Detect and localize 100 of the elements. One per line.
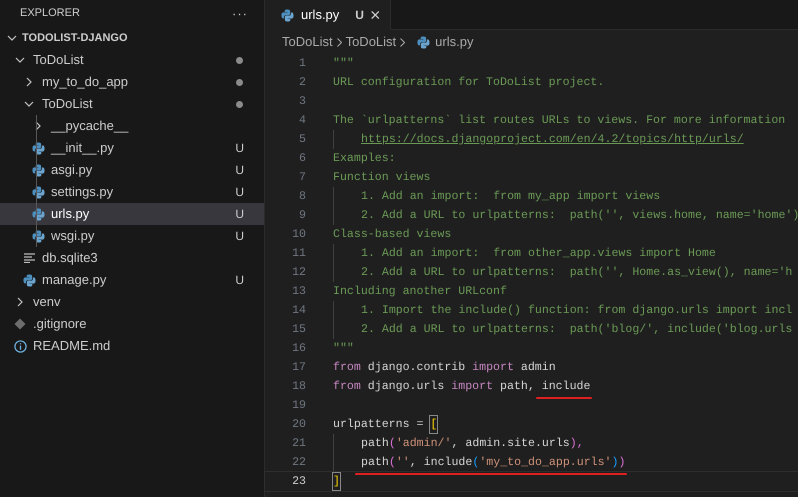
code-token: from: [333, 378, 361, 395]
folder-item[interactable]: venv: [0, 291, 264, 313]
code-token: urlpatterns =: [333, 416, 424, 433]
url-link[interactable]: https://docs.djangoproject.com/en/4.2/topics/http/urls/: [361, 130, 744, 148]
code-token: (: [388, 436, 396, 452]
file-item[interactable]: wsgi.py U: [0, 225, 264, 247]
python-icon: [22, 274, 36, 286]
line-number: 21: [291, 436, 306, 452]
file-item[interactable]: __init__.py U: [0, 137, 264, 159]
line-number: 5: [298, 132, 306, 148]
code-token: ): [618, 454, 626, 471]
code-token: 'admin/': [396, 436, 452, 452]
docstring-line: 1. Add an import: from other_app.views import Home: [361, 246, 716, 262]
file-item[interactable]: urls.py U: [0, 203, 264, 225]
code-token: django.urls: [366, 378, 446, 395]
git-status-label: U: [355, 7, 364, 24]
lines-icon: [24, 253, 34, 263]
line-number: 2: [298, 74, 306, 91]
workspace-header[interactable]: TODOLIST-DJANGO: [0, 27, 264, 49]
code-token: ): [612, 454, 618, 471]
git-status-label: U: [235, 184, 244, 201]
python-icon: [32, 230, 44, 242]
docstring-line: Class-based views: [333, 226, 452, 243]
docstring-line: """: [333, 340, 354, 357]
folder-item[interactable]: my_to_do_app: [0, 71, 264, 93]
code-token: django.contrib: [366, 360, 466, 376]
info-icon: [14, 340, 26, 352]
line-number: 20: [291, 416, 306, 433]
docstring-line: 2. Add a URL to urlpatterns: path('blog/', include('blog.urls: [361, 322, 792, 338]
code-token: 'my_to_do_app.urls': [479, 454, 612, 471]
file-item[interactable]: manage.py U: [0, 269, 264, 291]
line-number: 23: [291, 474, 306, 490]
editor-tab[interactable]: urls.py U ×: [265, 0, 392, 30]
python-icon: [280, 8, 294, 22]
docstring-line: 1. Add an import: from my_app import views: [361, 188, 660, 205]
code-token: path: [361, 436, 389, 452]
line-number: 3: [298, 94, 306, 110]
line-number: 8: [298, 188, 306, 205]
code-token: include: [542, 378, 590, 395]
code-token: , admin.site.urls: [451, 436, 570, 452]
file-item[interactable]: .gitignore: [0, 313, 264, 335]
folder-item[interactable]: __pycache__: [0, 115, 264, 137]
code-token: (: [388, 454, 396, 471]
docstring-line: The `urlpatterns` list routes URLs to views. For more information: [333, 112, 786, 129]
file-item[interactable]: asgi.py U: [0, 159, 264, 181]
code-token: , include: [410, 454, 472, 471]
diamond-icon: [14, 318, 26, 330]
code-token: path: [361, 454, 389, 471]
code-token: [: [430, 416, 438, 434]
docstring-line: URL configuration for ToDoList project.: [333, 74, 604, 91]
python-icon: [32, 186, 44, 198]
docstring-line: 1. Import the include() function: from django.urls import incl: [361, 302, 792, 319]
close-button[interactable]: ×: [370, 6, 380, 24]
line-number: 4: [298, 112, 306, 129]
breadcrumb-item[interactable]: ToDoList: [282, 32, 333, 52]
more-actions-button[interactable]: ···: [232, 4, 248, 24]
line-number: 13: [291, 284, 306, 300]
code-token: '': [396, 454, 410, 471]
breadcrumb-item[interactable]: ToDoList: [346, 32, 396, 52]
line-number: 19: [291, 398, 306, 414]
code-token: import: [472, 360, 514, 376]
line-number: 22: [291, 454, 306, 471]
code-token: (: [472, 454, 480, 471]
file-item[interactable]: settings.py U: [0, 181, 264, 203]
line-number: 7: [298, 170, 306, 186]
line-number: 9: [298, 208, 306, 224]
breadcrumb-item[interactable]: urls.py: [435, 32, 474, 52]
docstring-line: Including another URLconf: [333, 284, 507, 300]
code-token: from: [333, 360, 361, 376]
line-number: 6: [298, 150, 306, 167]
docstring-line: 2. Add a URL to urlpatterns: path('', Home.as_view(), name='h: [361, 264, 792, 281]
git-status-label: U: [235, 228, 244, 245]
line-number: 17: [291, 360, 306, 376]
file-item[interactable]: README.md: [0, 335, 264, 357]
file-item[interactable]: db.sqlite3: [0, 247, 264, 269]
line-number: 15: [291, 322, 306, 338]
code-token: path,: [499, 378, 536, 395]
code-token: ),: [570, 436, 584, 452]
git-status-label: U: [235, 162, 244, 179]
line-number: 1: [298, 56, 306, 72]
line-number: 16: [291, 340, 306, 357]
line-number: 18: [291, 378, 306, 395]
folder-item[interactable]: ToDoList: [0, 93, 264, 115]
line-number: 11: [291, 246, 306, 262]
chevron-right-icon: [400, 38, 406, 46]
code-token: ]: [333, 472, 340, 490]
docstring-line: """: [333, 56, 354, 72]
docstring-line: 2. Add a URL to urlpatterns: path('', views.home, name='home'): [361, 208, 798, 224]
git-status-label: U: [235, 272, 244, 289]
git-status-label: U: [235, 206, 244, 223]
python-icon: [32, 208, 44, 220]
docstring-line: Examples:: [333, 150, 396, 167]
line-number: 12: [291, 264, 306, 281]
python-icon: [32, 164, 44, 176]
code-token: import: [451, 378, 494, 395]
folder-item[interactable]: ToDoList: [0, 49, 264, 71]
line-number: 10: [291, 226, 306, 243]
line-number: 14: [291, 302, 306, 319]
underline-annotation: [536, 397, 592, 400]
docstring-line: Function views: [333, 170, 430, 186]
